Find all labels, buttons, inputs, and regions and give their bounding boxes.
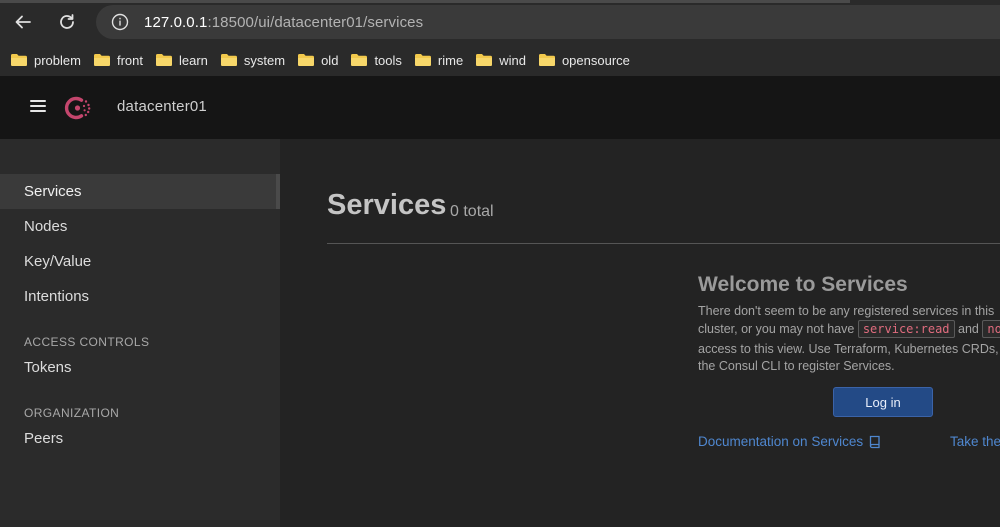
permission-code: service:read xyxy=(857,320,955,338)
book-icon xyxy=(869,435,880,448)
sidebar-item-services[interactable]: Services xyxy=(0,174,276,209)
url-host: 127.0.0.1 xyxy=(144,13,208,31)
main-content: Services 0 total Welcome to Services The… xyxy=(280,139,1000,527)
url-text[interactable]: 127.0.0.1:18500/ui/datacenter01/services xyxy=(144,14,423,31)
bookmarks-bar: problem front learn system old tools rim… xyxy=(0,44,1000,76)
folder-icon xyxy=(538,54,555,66)
bookmark-label: rime xyxy=(437,52,464,68)
folder-icon xyxy=(11,54,27,66)
empty-state-text-line1: There don't seem to be any registered se… xyxy=(698,304,995,318)
bookmark-label: tools xyxy=(374,52,402,68)
empty-state-text: cluster, or you may not have xyxy=(698,322,855,336)
sidebar-heading-organization: ORGANIZATION xyxy=(24,406,120,420)
bookmark-tools[interactable]: tools xyxy=(348,48,409,72)
reload-icon xyxy=(60,14,74,29)
empty-state-text-line2: cluster, or you may not have service:rea… xyxy=(698,320,1000,338)
folder-icon xyxy=(93,54,110,66)
bookmark-label: wind xyxy=(499,52,526,68)
reload-button[interactable] xyxy=(53,8,81,36)
info-icon[interactable] xyxy=(110,12,130,32)
bookmark-label: system xyxy=(243,52,286,68)
bookmark-rime[interactable]: rime xyxy=(412,48,471,72)
bookmark-wind[interactable]: wind xyxy=(473,48,534,72)
services-count: 0 total xyxy=(450,203,494,220)
sidebar-item-peers[interactable]: Peers xyxy=(0,421,276,456)
app-header: datacenter01 xyxy=(0,76,1000,139)
url-path: :18500/ui/datacenter01/services xyxy=(207,13,424,31)
sidebar-heading-access-controls: ACCESS CONTROLS xyxy=(24,335,150,349)
documentation-link[interactable]: Documentation on Services xyxy=(698,434,881,449)
bookmark-opensource[interactable]: opensource xyxy=(536,48,638,72)
sidebar-item-nodes[interactable]: Nodes xyxy=(0,209,276,244)
sidebar-item-key-value[interactable]: Key/Value xyxy=(0,244,276,279)
bookmark-old[interactable]: old xyxy=(295,48,346,72)
folder-icon xyxy=(351,54,368,66)
bookmark-label: opensource xyxy=(561,52,630,68)
back-arrow-icon xyxy=(15,15,31,29)
sidebar: Services Nodes Key/Value Intentions ACCE… xyxy=(0,139,280,527)
tab-strip-edge xyxy=(0,0,850,3)
hamburger-icon[interactable] xyxy=(30,100,46,114)
login-button[interactable]: Log in xyxy=(833,387,933,417)
bookmark-label: front xyxy=(116,52,143,68)
empty-state-text: and xyxy=(958,322,979,336)
sidebar-item-intentions[interactable]: Intentions xyxy=(0,279,276,314)
documentation-link-label: Documentation on Services xyxy=(698,434,864,449)
title-divider xyxy=(327,243,1000,244)
folder-icon xyxy=(414,54,431,66)
bookmark-front[interactable]: front xyxy=(91,48,151,72)
sidebar-item-tokens[interactable]: Tokens xyxy=(0,350,276,385)
empty-state-text-line3: access to this view. Use Terraform, Kube… xyxy=(698,342,999,356)
empty-state-text-line4: the Consul CLI to register Services. xyxy=(698,359,895,373)
bookmark-label: problem xyxy=(34,52,81,68)
permission-code: no xyxy=(982,320,1000,338)
bookmark-label: learn xyxy=(178,52,208,68)
address-bar[interactable]: 127.0.0.1:18500/ui/datacenter01/services xyxy=(96,5,1000,39)
bookmark-system[interactable]: system xyxy=(218,48,293,72)
bookmark-label: old xyxy=(321,52,339,68)
browser-toolbar: 127.0.0.1:18500/ui/datacenter01/services xyxy=(0,0,1000,44)
empty-state-title: Welcome to Services xyxy=(698,273,908,296)
folder-icon xyxy=(476,54,493,66)
bookmark-problem[interactable]: problem xyxy=(8,48,89,72)
back-button[interactable] xyxy=(9,8,37,36)
page-title: Services xyxy=(327,189,447,221)
datacenter-selector[interactable]: datacenter01 xyxy=(117,98,207,115)
folder-icon xyxy=(298,54,315,66)
tour-link[interactable]: Take the xyxy=(950,434,1000,449)
folder-icon xyxy=(155,54,172,66)
bookmark-learn[interactable]: learn xyxy=(153,48,216,72)
folder-icon xyxy=(220,54,237,66)
consul-logo[interactable] xyxy=(62,92,94,124)
